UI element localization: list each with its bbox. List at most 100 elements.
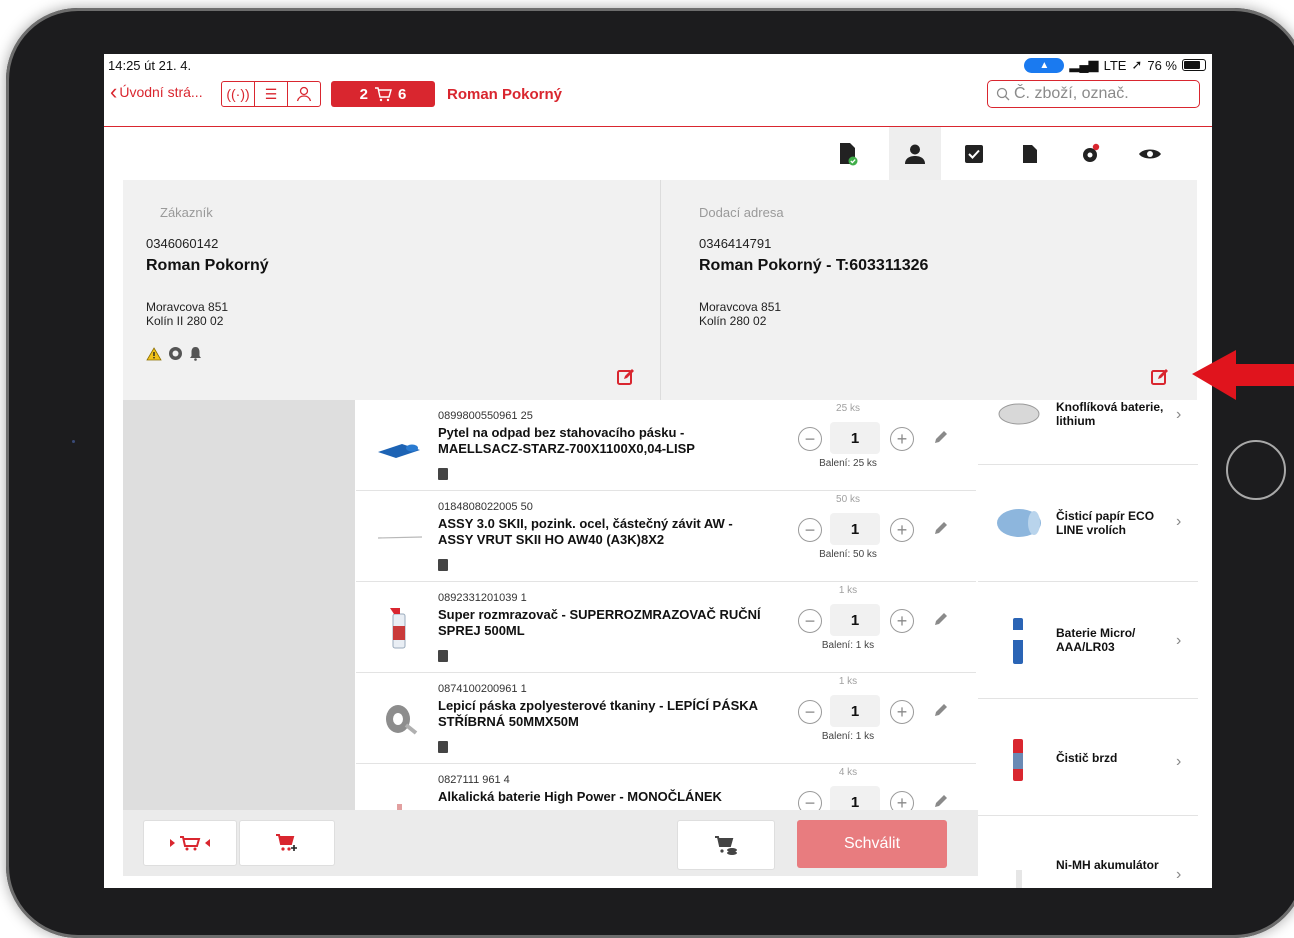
customer-column: Zákazník 0346060142 Roman Pokorný Moravc… xyxy=(123,180,661,400)
increment-button[interactable]: + xyxy=(890,609,914,633)
home-button[interactable] xyxy=(1226,440,1286,500)
reco-name: Čisticí papír ECO LINE vrolích xyxy=(1056,509,1155,537)
delivery-number: 0346414791 xyxy=(699,236,772,251)
item-code: 0184808022005 50 xyxy=(438,501,533,513)
customer-flags xyxy=(146,346,202,361)
item-code: 0892331201039 1 xyxy=(438,592,527,604)
document-check-icon[interactable] xyxy=(822,127,874,180)
document-icon xyxy=(438,468,448,480)
item-code: 0827111 961 4 xyxy=(438,774,510,786)
increment-button[interactable]: + xyxy=(890,518,914,542)
list-item[interactable]: 0827111 961 4 Alkalická baterie High Pow… xyxy=(356,764,976,810)
delivery-name: Roman Pokorný - T:603311326 xyxy=(699,257,929,274)
signal-icon: ▂▄▆ xyxy=(1069,57,1099,72)
quantity-field[interactable]: 1 xyxy=(830,786,880,810)
list-item[interactable]: 0892331201039 1 Super rozmrazovač - SUPE… xyxy=(356,582,976,673)
document-icon[interactable] xyxy=(1004,127,1056,180)
cart-add-icon xyxy=(276,834,297,851)
decrement-button[interactable]: − xyxy=(798,700,822,724)
delivery-label: Dodací adresa xyxy=(699,205,784,220)
cart-button[interactable]: 2 6 xyxy=(331,81,435,107)
reco-image xyxy=(1016,870,1022,888)
location-pill-icon: ▲ xyxy=(1024,57,1065,73)
edit-customer-icon[interactable] xyxy=(617,368,635,386)
decrement-button[interactable]: − xyxy=(798,518,822,542)
location-arrow-icon: ➚ xyxy=(1131,57,1143,72)
customer-label: Zákazník xyxy=(160,205,213,220)
search-icon xyxy=(996,87,1010,101)
customer-street: Moravcova 851 xyxy=(146,300,229,314)
chevron-left-icon: ‹ xyxy=(110,79,118,104)
reco-item[interactable]: Ni-MH akumulátor › xyxy=(978,816,1198,888)
delivery-column: Dodací adresa 0346414791 Roman Pokorný -… xyxy=(661,180,1197,400)
search-input[interactable]: Č. zboží, označ. xyxy=(987,80,1200,108)
item-qty-label: 50 ks xyxy=(836,494,860,505)
pencil-icon[interactable] xyxy=(932,701,950,719)
approve-button[interactable]: Schválit xyxy=(797,820,947,868)
list-item[interactable]: 0899800550961 25 Pytel na odpad bez stah… xyxy=(356,400,976,491)
support-icon xyxy=(169,347,182,360)
decrement-button[interactable]: − xyxy=(798,609,822,633)
reco-item[interactable]: Čistič brzd › xyxy=(978,699,1198,816)
nav-customer-name[interactable]: Roman Pokorný xyxy=(447,86,562,103)
increment-button[interactable]: + xyxy=(890,791,914,810)
cart-right-count: 6 xyxy=(398,85,407,103)
reco-item[interactable]: Baterie Micro/ AAA/LR03 › xyxy=(978,582,1198,699)
device-frame: 14:25 út 21. 4. ▲ ▂▄▆ LTE ➚ 76 % ‹ Úvodn… xyxy=(0,0,1294,938)
person-icon[interactable] xyxy=(288,82,320,106)
increment-button[interactable]: + xyxy=(890,427,914,451)
wireless-icon[interactable]: ((·)) xyxy=(222,82,255,106)
cart-icon xyxy=(375,87,392,102)
eye-icon[interactable] xyxy=(1124,127,1176,180)
item-title: Super rozmrazovač - SUPERROZMRAZOVAČ RUČ… xyxy=(438,607,761,638)
pencil-icon[interactable] xyxy=(932,519,950,537)
delivery-street: Moravcova 851 xyxy=(699,300,782,314)
item-pack: Balení: 1 ks xyxy=(821,731,875,742)
quantity-field[interactable]: 1 xyxy=(830,513,880,545)
reco-image xyxy=(998,403,1040,425)
settings-icon[interactable] xyxy=(1064,127,1116,180)
item-pack: Balení: 1 ks xyxy=(821,640,875,651)
quantity-field[interactable]: 1 xyxy=(830,422,880,454)
list-item[interactable]: 0184808022005 50 ASSY 3.0 SKII, pozink. … xyxy=(356,491,976,582)
item-code: 0899800550961 25 xyxy=(438,410,533,422)
item-image xyxy=(390,608,406,649)
item-title: Pytel na odpad bez stahovacího pásku - M… xyxy=(438,425,695,456)
item-image xyxy=(397,804,402,810)
chevron-right-icon: › xyxy=(1176,513,1182,530)
increment-button[interactable]: + xyxy=(890,700,914,724)
item-qty-label: 25 ks xyxy=(836,403,860,414)
edit-delivery-address-icon[interactable] xyxy=(1151,368,1169,386)
quantity-field[interactable]: 1 xyxy=(830,695,880,727)
reco-item[interactable]: Knoflíková baterie, lithium › xyxy=(978,400,1198,465)
customer-name: Roman Pokorný xyxy=(146,257,269,274)
pencil-icon[interactable] xyxy=(932,428,950,446)
carrier-label: LTE xyxy=(1103,57,1127,73)
item-image xyxy=(378,444,420,458)
pencil-icon[interactable] xyxy=(932,610,950,628)
quantity-field[interactable]: 1 xyxy=(830,604,880,636)
chevron-right-icon: › xyxy=(1176,632,1182,649)
nav-bar: ‹ Úvodní strá... ((·)) ☰ 2 6 Roman Pokor… xyxy=(104,76,1212,127)
item-pack: Balení: 25 ks xyxy=(819,458,877,469)
list-item[interactable]: 0874100200961 1 Lepicí páska zpolyestero… xyxy=(356,673,976,764)
bell-icon xyxy=(190,347,201,361)
decrement-button[interactable]: − xyxy=(798,427,822,451)
list-icon[interactable]: ☰ xyxy=(255,82,288,106)
transfer-cart-icon xyxy=(170,836,210,851)
customer-tab-icon[interactable] xyxy=(889,127,941,180)
search-placeholder: Č. zboží, označ. xyxy=(1014,85,1129,102)
document-icon xyxy=(438,650,448,662)
transfer-cart-button[interactable] xyxy=(143,820,237,866)
add-cart-button[interactable] xyxy=(239,820,335,866)
bottom-bar: Schválit xyxy=(123,810,978,876)
checkbox-icon[interactable] xyxy=(948,127,1000,180)
reco-name: Ni-MH akumulátor xyxy=(1056,858,1159,872)
reco-item[interactable]: Čisticí papír ECO LINE vrolích › xyxy=(978,465,1198,582)
status-time: 14:25 út 21. 4. xyxy=(108,58,192,73)
reco-name: Čistič brzd xyxy=(1056,751,1118,765)
decrement-button[interactable]: − xyxy=(798,791,822,810)
back-button[interactable]: ‹ Úvodní strá... xyxy=(110,79,203,104)
cart-stock-button[interactable] xyxy=(677,820,775,870)
pencil-icon[interactable] xyxy=(932,792,950,810)
